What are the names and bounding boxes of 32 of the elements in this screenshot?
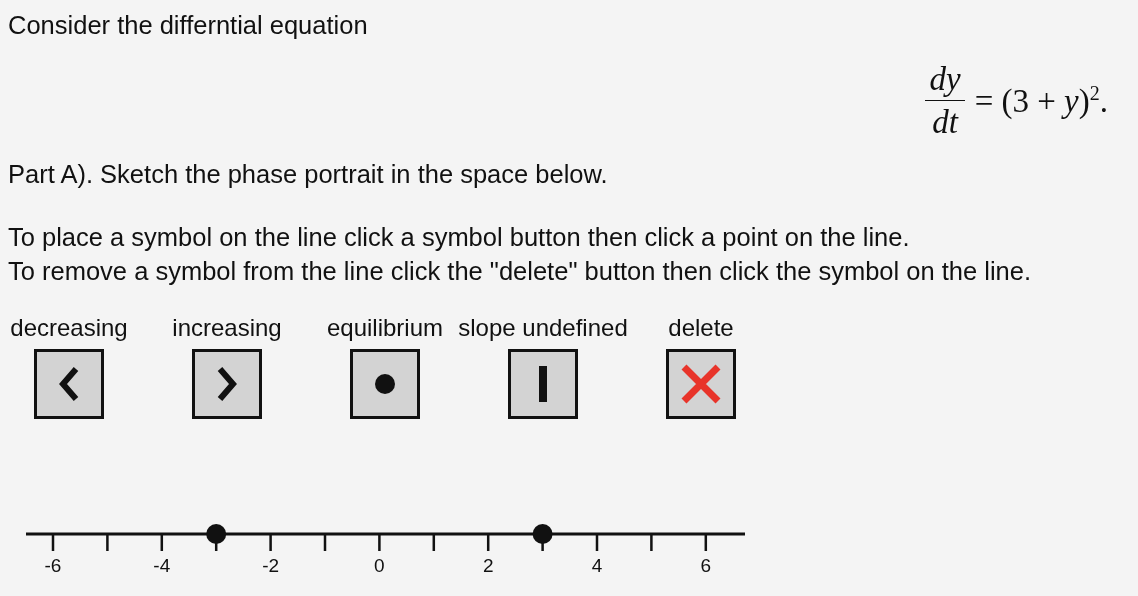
equation-right-side: = (3 + y)$^{2}$. [974, 81, 1108, 120]
intro-text: Consider the differntial equation [8, 10, 369, 40]
instruction-text: To place a symbol on the line click a symbol button then click a point on the line. [8, 222, 911, 252]
tick-label: 2 [482, 555, 494, 576]
tick-label: 4 [591, 555, 603, 576]
tick-with-point[interactable] [206, 524, 227, 551]
close-icon [680, 363, 722, 405]
symbol-button[interactable] [350, 349, 420, 419]
part-a-text: Part A). Sketch the phase portrait in the space below. [8, 159, 609, 189]
button-label: decreasing [10, 314, 128, 342]
button-label: delete [668, 314, 734, 342]
tick-label: -2 [262, 555, 280, 576]
fraction-denominator: dt [931, 103, 960, 141]
instruction-text: To remove a symbol from the line click the "delete" button then click the symbol on the line. [8, 256, 1033, 286]
button-label: slope undefined [458, 314, 628, 342]
fraction-numerator: dy [928, 60, 962, 98]
symbol-button[interactable] [666, 349, 736, 419]
chevron-right-icon [216, 366, 238, 402]
symbol-button[interactable] [508, 349, 578, 419]
symbol-button[interactable] [34, 349, 104, 419]
number-line[interactable] [26, 532, 745, 536]
symbol-button[interactable] [192, 349, 262, 419]
dot-icon [375, 374, 395, 394]
chevron-left-icon [58, 366, 80, 402]
tick-label: 0 [374, 555, 385, 576]
button-label: increasing [172, 314, 282, 342]
vertical-bar-icon [539, 366, 547, 402]
tick-label: 6 [700, 555, 712, 576]
tick-label: -6 [44, 555, 62, 576]
tick-label: -4 [153, 555, 171, 576]
tick-with-point[interactable] [532, 524, 553, 551]
button-label: equilibrium [326, 314, 444, 342]
